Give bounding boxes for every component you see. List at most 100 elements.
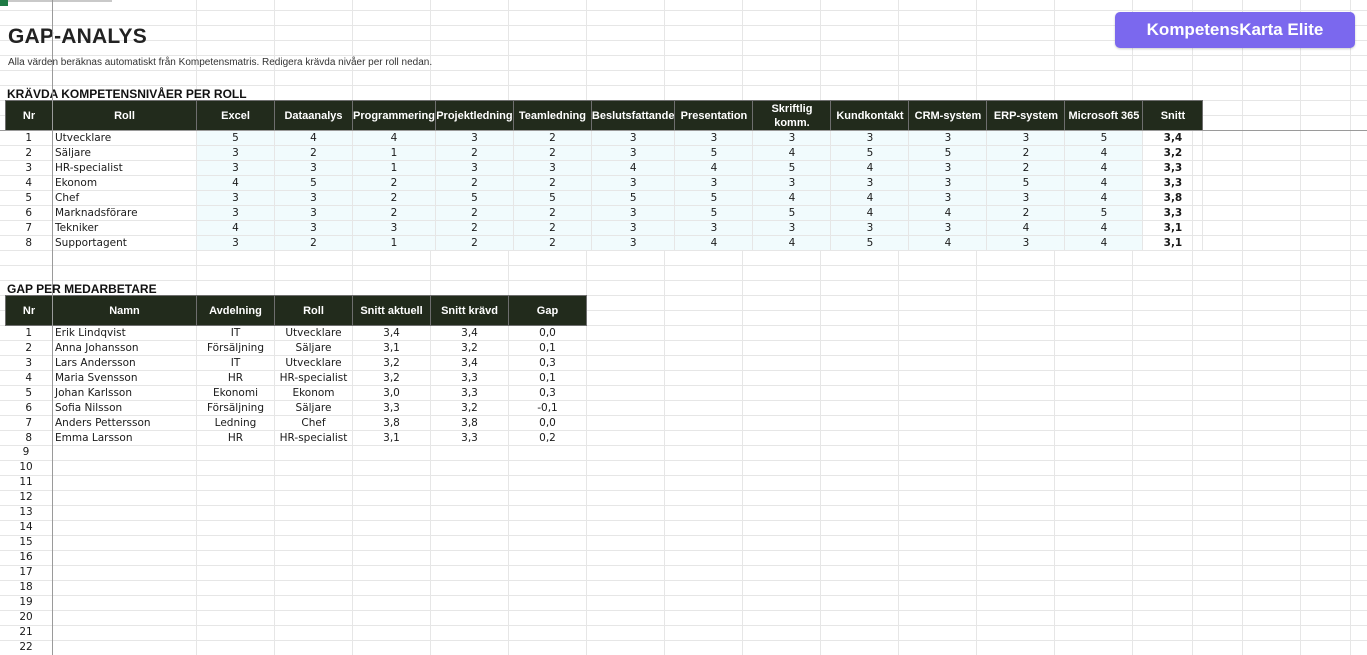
column-header-snitt-aktuell[interactable]: Snitt aktuell bbox=[352, 295, 431, 326]
level-cell[interactable]: 3 bbox=[591, 130, 676, 146]
department-cell[interactable]: Försäljning bbox=[196, 340, 275, 356]
row-number-cell[interactable]: 2 bbox=[5, 340, 53, 356]
level-cell[interactable]: 4 bbox=[752, 235, 832, 251]
name-cell[interactable]: Emma Larsson bbox=[52, 430, 197, 446]
column-header-projektledning[interactable]: Projektledning bbox=[434, 100, 514, 131]
level-cell[interactable]: 3 bbox=[830, 220, 910, 236]
gap-cell[interactable]: 0,3 bbox=[508, 355, 587, 371]
level-cell[interactable]: 5 bbox=[274, 175, 353, 191]
row-number[interactable]: 19 bbox=[0, 595, 52, 610]
average-cell[interactable]: 3,3 bbox=[1142, 175, 1204, 191]
average-cell[interactable]: 3,2 bbox=[1142, 145, 1204, 161]
column-header-excel[interactable]: Excel bbox=[196, 100, 275, 131]
row-number[interactable]: 17 bbox=[0, 565, 52, 580]
column-header-gap[interactable]: Gap bbox=[508, 295, 587, 326]
level-cell[interactable]: 1 bbox=[352, 235, 436, 251]
role-cell[interactable]: Chef bbox=[274, 415, 353, 431]
level-cell[interactable]: 3 bbox=[591, 235, 676, 251]
level-cell[interactable]: 3 bbox=[830, 175, 910, 191]
level-cell[interactable]: 3 bbox=[196, 235, 275, 251]
department-cell[interactable]: IT bbox=[196, 325, 275, 341]
level-cell[interactable]: 4 bbox=[674, 160, 754, 176]
column-header-roll[interactable]: Roll bbox=[52, 100, 197, 131]
column-header-erp-system[interactable]: ERP-system bbox=[986, 100, 1066, 131]
role-cell[interactable]: Ekonom bbox=[52, 175, 197, 191]
row-number-cell[interactable]: 2 bbox=[5, 145, 53, 161]
required-average-cell[interactable]: 3,8 bbox=[430, 415, 509, 431]
name-cell[interactable]: Lars Andersson bbox=[52, 355, 197, 371]
department-cell[interactable]: Ledning bbox=[196, 415, 275, 431]
level-cell[interactable]: 2 bbox=[352, 175, 436, 191]
level-cell[interactable]: 2 bbox=[435, 175, 514, 191]
average-cell[interactable]: 3,1 bbox=[1142, 220, 1204, 236]
name-cell[interactable]: Erik Lindqvist bbox=[52, 325, 197, 341]
column-header-namn[interactable]: Namn bbox=[52, 295, 197, 326]
row-number-cell[interactable]: 7 bbox=[5, 415, 53, 431]
row-number[interactable]: 18 bbox=[0, 580, 52, 595]
current-average-cell[interactable]: 3,1 bbox=[352, 340, 431, 356]
row-number[interactable]: 10 bbox=[0, 460, 52, 475]
level-cell[interactable]: 2 bbox=[513, 235, 592, 251]
level-cell[interactable]: 5 bbox=[830, 235, 910, 251]
brand-badge[interactable]: KompetensKarta Elite bbox=[1115, 12, 1355, 48]
department-cell[interactable]: HR bbox=[196, 370, 275, 386]
gap-cell[interactable]: 0,3 bbox=[508, 385, 587, 401]
column-header-crm-system[interactable]: CRM-system bbox=[908, 100, 988, 131]
current-average-cell[interactable]: 3,2 bbox=[352, 355, 431, 371]
row-number-cell[interactable]: 1 bbox=[5, 325, 53, 341]
level-cell[interactable]: 3 bbox=[752, 220, 832, 236]
department-cell[interactable]: HR bbox=[196, 430, 275, 446]
level-cell[interactable]: 4 bbox=[1064, 160, 1144, 176]
row-number-cell[interactable]: 1 bbox=[5, 130, 53, 146]
required-average-cell[interactable]: 3,3 bbox=[430, 370, 509, 386]
level-cell[interactable]: 4 bbox=[1064, 145, 1144, 161]
level-cell[interactable]: 5 bbox=[674, 190, 754, 206]
level-cell[interactable]: 3 bbox=[591, 205, 676, 221]
department-cell[interactable]: Ekonomi bbox=[196, 385, 275, 401]
name-cell[interactable]: Maria Svensson bbox=[52, 370, 197, 386]
level-cell[interactable]: 5 bbox=[830, 145, 910, 161]
level-cell[interactable]: 3 bbox=[513, 160, 592, 176]
active-cell-marker[interactable] bbox=[0, 0, 8, 6]
average-cell[interactable]: 3,3 bbox=[1142, 160, 1204, 176]
level-cell[interactable]: 3 bbox=[196, 160, 275, 176]
level-cell[interactable]: 3 bbox=[196, 190, 275, 206]
row-number[interactable]: 21 bbox=[0, 625, 52, 640]
level-cell[interactable]: 3 bbox=[352, 220, 436, 236]
required-average-cell[interactable]: 3,3 bbox=[430, 430, 509, 446]
current-average-cell[interactable]: 3,3 bbox=[352, 400, 431, 416]
gap-cell[interactable]: 0,2 bbox=[508, 430, 587, 446]
level-cell[interactable]: 5 bbox=[1064, 130, 1144, 146]
level-cell[interactable]: 4 bbox=[1064, 175, 1144, 191]
current-average-cell[interactable]: 3,4 bbox=[352, 325, 431, 341]
average-cell[interactable]: 3,3 bbox=[1142, 205, 1204, 221]
level-cell[interactable]: 5 bbox=[908, 145, 988, 161]
level-cell[interactable]: 4 bbox=[196, 175, 275, 191]
level-cell[interactable]: 5 bbox=[752, 205, 832, 221]
level-cell[interactable]: 3 bbox=[908, 160, 988, 176]
row-number-cell[interactable]: 4 bbox=[5, 175, 53, 191]
level-cell[interactable]: 3 bbox=[591, 145, 676, 161]
column-header-teamledning[interactable]: Teamledning bbox=[512, 100, 592, 131]
role-cell[interactable]: HR-specialist bbox=[52, 160, 197, 176]
level-cell[interactable]: 4 bbox=[196, 220, 275, 236]
level-cell[interactable]: 3 bbox=[591, 175, 676, 191]
average-cell[interactable]: 3,1 bbox=[1142, 235, 1204, 251]
row-number[interactable]: 16 bbox=[0, 550, 52, 565]
level-cell[interactable]: 2 bbox=[513, 175, 592, 191]
column-header-roll[interactable]: Roll bbox=[274, 295, 353, 326]
row-number-cell[interactable]: 7 bbox=[5, 220, 53, 236]
gap-cell[interactable]: 0,0 bbox=[508, 415, 587, 431]
level-cell[interactable]: 4 bbox=[1064, 220, 1144, 236]
level-cell[interactable]: 5 bbox=[435, 190, 514, 206]
level-cell[interactable]: 4 bbox=[908, 205, 988, 221]
level-cell[interactable]: 5 bbox=[196, 130, 275, 146]
level-cell[interactable]: 2 bbox=[274, 145, 353, 161]
level-cell[interactable]: 2 bbox=[513, 220, 592, 236]
level-cell[interactable]: 4 bbox=[830, 190, 910, 206]
required-average-cell[interactable]: 3,2 bbox=[430, 340, 509, 356]
level-cell[interactable]: 5 bbox=[752, 160, 832, 176]
row-number-cell[interactable]: 3 bbox=[5, 160, 53, 176]
level-cell[interactable]: 5 bbox=[591, 190, 676, 206]
level-cell[interactable]: 3 bbox=[274, 220, 353, 236]
